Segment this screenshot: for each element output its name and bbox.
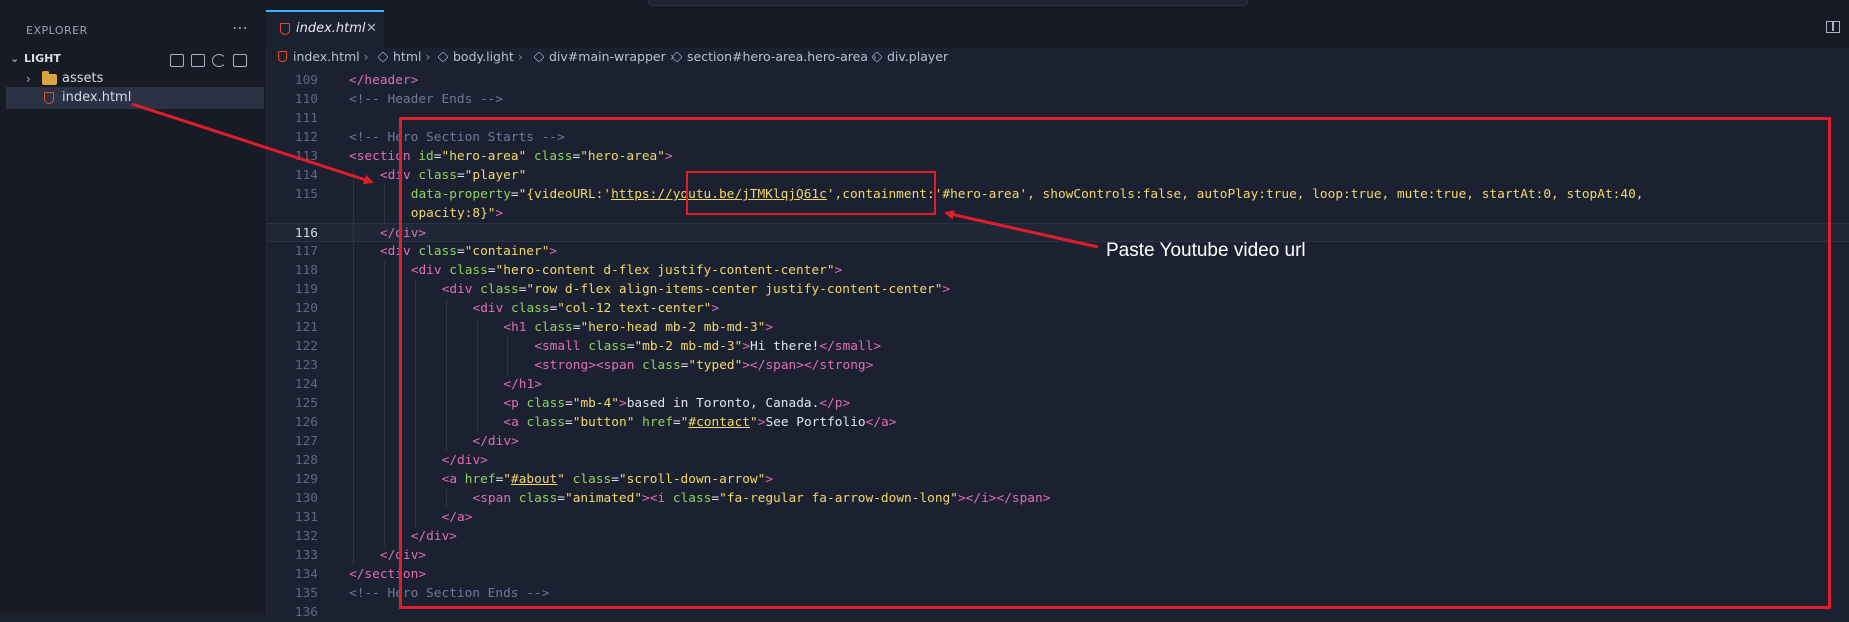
annotation-arrows bbox=[131, 102, 1099, 249]
arrow-to-video-url bbox=[944, 209, 1099, 249]
arrow-to-hero-section bbox=[131, 102, 374, 185]
